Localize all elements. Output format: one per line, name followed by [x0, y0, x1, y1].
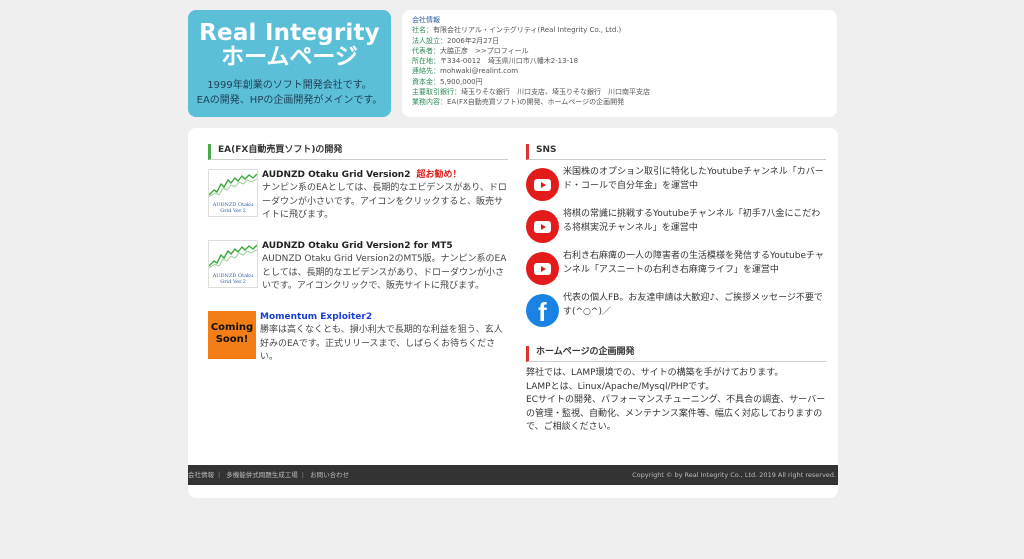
footer: 会社情報 | 多機能併式問題生成工場 | お問い合わせ Copyright © by… — [188, 465, 838, 485]
chart-thumbnail-icon — [209, 244, 257, 269]
logo-panel[interactable]: Real Integrity ホームページ 1999年創業のソフト開発会社です。… — [188, 10, 391, 117]
footer-link-generator[interactable]: 多機能併式問題生成工場 — [226, 471, 298, 479]
youtube-icon[interactable] — [526, 210, 559, 243]
recommend-badge: 超お勧め！ — [416, 170, 462, 180]
company-info-row: 法人設立：2006年2月27日 — [412, 36, 500, 45]
profile-link[interactable]: 大脇正彦 >>プロフィール — [440, 47, 529, 55]
sns-item: 右利き右麻痺の一人の障害者の生活模様を発信するYoutubeチャンネル「アスニー… — [526, 250, 826, 286]
company-info-row: 主要取引銀行：埼玉りそな銀行 川口支店、埼玉りそな銀行 川口南平支店 — [412, 88, 650, 97]
logo-tagline-2: EAの開発、HPの企画開発がメインです。 — [196, 95, 383, 106]
coming-soon-icon: Coming Soon! — [208, 311, 256, 359]
company-info-panel: 会社情報 社名：有限会社リアル・インテグリティ(Real Integrity C… — [402, 10, 837, 117]
ea-item: AUDNZD Otaku Grid Ver.2 AUDNZD Otaku Gri… — [208, 240, 508, 302]
sns-item: f 代表の個人FB。お友達申請は大歓迎♪、ご挨拶メッセージ不要です(^○^)／ — [526, 292, 826, 328]
logo-tagline-1: 1999年創業のソフト開発会社です。 — [207, 80, 372, 91]
footer-link-contact[interactable]: お問い合わせ — [310, 471, 349, 479]
logo-title: Real Integrity — [199, 20, 380, 46]
main-content: EA(FX自動売買ソフト)の開発 AUDNZD Otaku Grid Ver.2… — [188, 128, 838, 498]
copyright: Copyright © by Real Integrity Co., Ltd. … — [632, 471, 836, 479]
footer-link-company[interactable]: 会社情報 — [188, 471, 214, 479]
ea-product-icon[interactable]: AUDNZD Otaku Grid Ver.2 — [208, 240, 258, 288]
company-info-row: 業務内容：EA(FX自動売買ソフト)の開発、ホームページの企画開発 — [412, 98, 625, 107]
logo-subtitle: ホームページ — [221, 44, 358, 70]
youtube-icon[interactable] — [526, 168, 559, 201]
ea-product-icon[interactable]: AUDNZD Otaku Grid Ver.2 — [208, 169, 258, 217]
chart-thumbnail-icon — [209, 173, 257, 198]
ea-item: Coming Soon! Momentum Exploiter2 勝率は高くなく… — [208, 311, 508, 373]
web-section-body: 弊社では、LAMP環境での、サイトの構築を手がけております。 LAMPとは、Li… — [526, 368, 826, 432]
company-info-row: 社名：有限会社リアル・インテグリティ(Real Integrity Co., L… — [412, 26, 622, 35]
web-section-heading: ホームページの企画開発 — [526, 346, 826, 362]
sns-description: 代表の個人FB。お友達申請は大歓迎♪、ご挨拶メッセージ不要です(^○^)／ — [563, 293, 823, 317]
sns-description: 将棋の常識に挑戦するYoutubeチャンネル「初手7八金にこだわる将棋実況チャン… — [563, 209, 821, 233]
ea-title[interactable]: AUDNZD Otaku Grid Version2 — [262, 170, 410, 180]
company-info-row: 連絡先：mohwaki@realint.com — [412, 67, 519, 76]
facebook-icon[interactable]: f — [526, 294, 559, 327]
sns-section: SNS 米国株のオプション取引に特化したYoutubeチャンネル「カバード・コー… — [526, 144, 826, 435]
company-info-row[interactable]: 代表者：大脇正彦 >>プロフィール — [412, 46, 827, 56]
footer-links: 会社情報 | 多機能併式問題生成工場 | お問い合わせ — [188, 471, 350, 479]
ea-item: AUDNZD Otaku Grid Ver.2 AUDNZD Otaku Gri… — [208, 169, 508, 231]
ea-icon-caption: AUDNZD Otaku Grid Ver.2 — [212, 202, 254, 214]
ea-section-heading: EA(FX自動売買ソフト)の開発 — [208, 144, 508, 160]
company-info-row: 所在地：〒334-0012 埼玉県川口市八幡木2-13-18 — [412, 57, 579, 66]
sns-section-heading: SNS — [526, 144, 826, 160]
company-info-row: 資本金：5,900,000円 — [412, 77, 483, 86]
sns-description: 米国株のオプション取引に特化したYoutubeチャンネル「カバード・コールで自分… — [563, 167, 824, 191]
youtube-icon[interactable] — [526, 252, 559, 285]
sns-item: 米国株のオプション取引に特化したYoutubeチャンネル「カバード・コールで自分… — [526, 166, 826, 202]
ea-icon-caption: AUDNZD Otaku Grid Ver.2 — [212, 273, 254, 285]
company-info-title: 会社情報 — [412, 16, 440, 24]
sns-description: 右利き右麻痺の一人の障害者の生活模様を発信するYoutubeチャンネル「アスニー… — [563, 251, 824, 275]
ea-section: EA(FX自動売買ソフト)の開発 AUDNZD Otaku Grid Ver.2… — [208, 144, 508, 373]
sns-item: 将棋の常識に挑戦するYoutubeチャンネル「初手7八金にこだわる将棋実況チャン… — [526, 208, 826, 244]
contact-email[interactable]: mohwaki@realint.com — [440, 67, 518, 75]
